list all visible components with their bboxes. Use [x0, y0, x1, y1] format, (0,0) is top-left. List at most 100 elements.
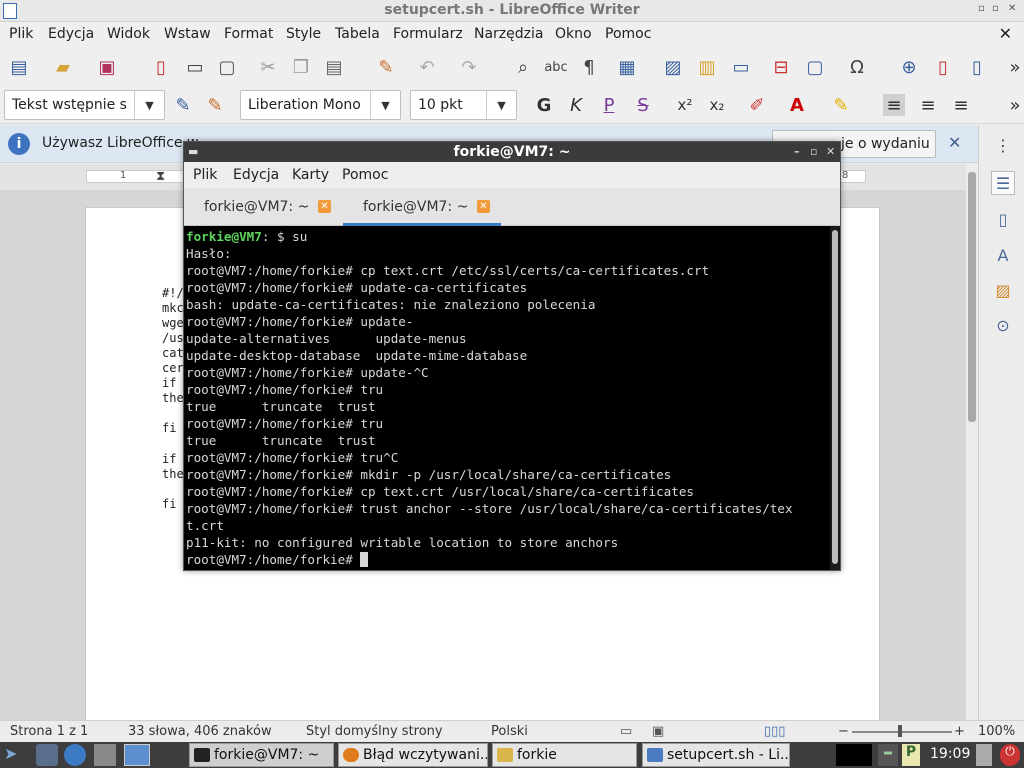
clear-formatting-icon[interactable]: ✐: [746, 94, 768, 116]
document-line[interactable]: /us: [162, 331, 184, 345]
insert-image-icon[interactable]: ▨: [662, 56, 684, 78]
workspace-icon[interactable]: [124, 744, 150, 766]
properties-icon[interactable]: ☰: [991, 171, 1015, 195]
insert-field-icon[interactable]: ▢: [804, 56, 826, 78]
paragraph-style-combo[interactable]: Tekst wstępnie s ▼: [4, 90, 165, 120]
scrollbar-thumb[interactable]: [968, 172, 976, 422]
show-desktop-icon[interactable]: [94, 744, 116, 766]
font-size-combo[interactable]: 10 pkt ▼: [410, 90, 517, 120]
chevron-down-icon[interactable]: ▼: [370, 91, 400, 119]
document-line[interactable]: the: [162, 467, 184, 481]
document-line[interactable]: mkc: [162, 301, 184, 315]
vertical-scrollbar[interactable]: [966, 164, 978, 720]
menu-narzedzia[interactable]: Narzędzia: [474, 26, 543, 42]
zoom-level[interactable]: 100%: [978, 724, 1015, 739]
strikethrough-button[interactable]: S: [632, 94, 654, 116]
tab-close-icon[interactable]: ✕: [477, 200, 490, 213]
power-icon[interactable]: ⏻: [1000, 744, 1020, 766]
terminal-menu-icon[interactable]: ▬: [188, 142, 198, 162]
terminal-output[interactable]: forkie@VM7: $ su Hasło: root@VM7:/home/f…: [184, 226, 830, 570]
page-style[interactable]: Styl domyślny strony: [306, 724, 443, 739]
task-writer[interactable]: setupcert.sh - Li...: [642, 743, 790, 767]
paste-icon[interactable]: ▤: [323, 56, 345, 78]
view-layout-icon[interactable]: ▯▯▯: [764, 724, 785, 739]
page-count[interactable]: Strona 1 z 1: [10, 724, 88, 739]
cut-icon[interactable]: ✂: [257, 56, 279, 78]
word-count[interactable]: 33 słowa, 406 znaków: [128, 724, 272, 739]
align-right-icon[interactable]: ≡: [950, 94, 972, 116]
document-line[interactable]: fi: [162, 497, 176, 511]
insert-table-icon[interactable]: ▦: [616, 56, 638, 78]
indent-marker[interactable]: ⧗: [156, 169, 165, 184]
bold-button[interactable]: G: [533, 94, 555, 116]
menu-edycja[interactable]: Edycja: [48, 26, 94, 42]
terminal-prompt-line[interactable]: root@VM7:/home/forkie#: [186, 551, 830, 568]
chevron-down-icon[interactable]: ▼: [486, 91, 516, 119]
formatting-marks-icon[interactable]: ¶: [578, 56, 600, 78]
network-icon[interactable]: ▂: [878, 744, 898, 766]
app-tray-icon[interactable]: P: [902, 744, 920, 766]
menu-okno[interactable]: Okno: [555, 26, 592, 42]
start-menu-icon[interactable]: ➤: [4, 744, 32, 766]
clone-formatting-icon[interactable]: ✎: [375, 56, 397, 78]
document-line[interactable]: the: [162, 391, 184, 405]
new-style-icon[interactable]: ✎: [204, 94, 226, 116]
task-browser[interactable]: Błąd wczytywani...: [338, 743, 488, 767]
chevron-down-icon[interactable]: ▼: [134, 91, 164, 119]
copy-icon[interactable]: ❐: [290, 56, 312, 78]
font-name-combo[interactable]: Liberation Mono ▼: [240, 90, 401, 120]
terminal-menu-edycja[interactable]: Edycja: [233, 167, 279, 183]
zoom-in-button[interactable]: +: [954, 724, 965, 739]
menu-tabela[interactable]: Tabela: [335, 26, 380, 42]
export-pdf-icon[interactable]: ▯: [150, 56, 172, 78]
terminal-close-button[interactable]: ✕: [826, 142, 835, 162]
terminal-tab-active[interactable]: forkie@VM7: ~ ✕: [343, 188, 501, 226]
page-break-icon[interactable]: ⊟: [770, 56, 792, 78]
browser-icon[interactable]: [64, 744, 86, 766]
endnote-icon[interactable]: ▯: [966, 56, 988, 78]
terminal-minimize-button[interactable]: –: [794, 142, 800, 162]
align-center-icon[interactable]: ≡: [917, 94, 939, 116]
insert-textbox-icon[interactable]: ▭: [730, 56, 752, 78]
footnote-icon[interactable]: ▯: [932, 56, 954, 78]
task-file-manager[interactable]: forkie: [492, 743, 637, 767]
terminal-menu-pomoc[interactable]: Pomoc: [342, 167, 388, 183]
navigator-icon[interactable]: ⊙: [991, 313, 1015, 337]
document-line[interactable]: if: [162, 452, 176, 466]
menu-format[interactable]: Format: [224, 26, 273, 42]
superscript-button[interactable]: x²: [674, 94, 696, 116]
file-manager-icon[interactable]: [36, 744, 58, 766]
terminal-maximize-button[interactable]: ▫: [810, 142, 817, 162]
language[interactable]: Polski: [491, 724, 528, 739]
insert-chart-icon[interactable]: ▥: [696, 56, 718, 78]
document-line[interactable]: cer: [162, 361, 184, 375]
terminal-tab[interactable]: forkie@VM7: ~ ✕: [184, 188, 342, 226]
terminal-menu-karty[interactable]: Karty: [292, 167, 329, 183]
find-replace-icon[interactable]: ⌕: [512, 56, 534, 78]
close-document-button[interactable]: ✕: [999, 24, 1012, 43]
task-terminal[interactable]: forkie@VM7: ~: [189, 743, 334, 767]
document-line[interactable]: cat: [162, 346, 184, 360]
zoom-out-button[interactable]: −: [838, 724, 849, 739]
zoom-slider-handle[interactable]: [898, 725, 902, 737]
zoom-slider[interactable]: [852, 731, 952, 733]
underline-button[interactable]: P: [598, 94, 620, 116]
menu-widok[interactable]: Widok: [107, 26, 150, 42]
terminal-scrollbar[interactable]: [830, 226, 840, 570]
sidebar-menu-icon[interactable]: ⋮: [991, 133, 1015, 157]
document-line[interactable]: #!/: [162, 286, 184, 300]
hyperlink-icon[interactable]: ⊕: [898, 56, 920, 78]
undo-icon[interactable]: ↶: [416, 56, 438, 78]
font-color-icon[interactable]: A: [786, 94, 808, 116]
maximize-button[interactable]: ▫: [992, 3, 999, 14]
close-infobar-button[interactable]: ✕: [948, 133, 961, 152]
special-character-icon[interactable]: Ω: [846, 56, 868, 78]
gallery-icon[interactable]: ▨: [991, 278, 1015, 302]
document-line[interactable]: fi: [162, 421, 176, 435]
redo-icon[interactable]: ↷: [458, 56, 480, 78]
menu-pomoc[interactable]: Pomoc: [605, 26, 651, 42]
selection-mode-icon[interactable]: ▭: [620, 724, 632, 739]
print-icon[interactable]: ▭: [184, 56, 206, 78]
clock[interactable]: 19:09: [930, 746, 970, 768]
new-document-icon[interactable]: ▤: [8, 56, 30, 78]
